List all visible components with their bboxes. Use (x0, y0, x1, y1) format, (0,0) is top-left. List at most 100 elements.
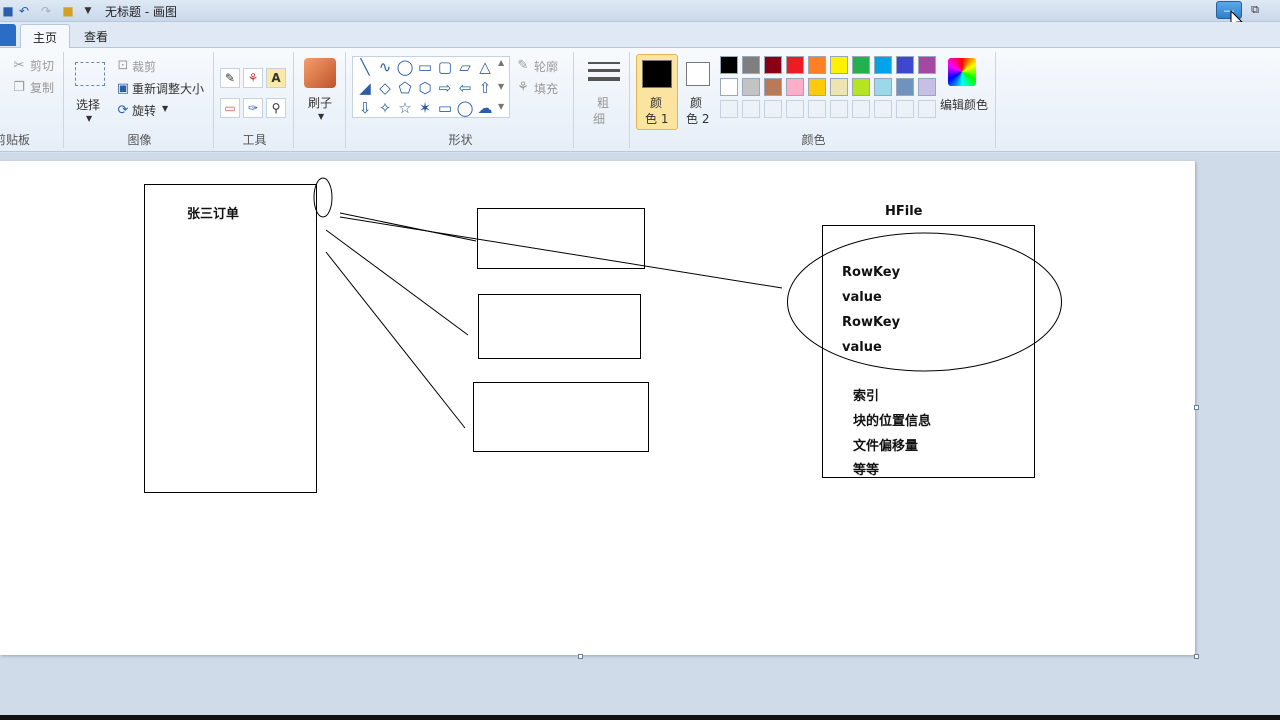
color-swatch[interactable] (764, 56, 782, 74)
color-swatch[interactable] (896, 56, 914, 74)
color-swatch[interactable] (830, 100, 848, 118)
magnifier-icon[interactable]: ⚲ (266, 98, 286, 118)
color-swatch[interactable] (830, 78, 848, 96)
connector-line-3 (325, 251, 466, 429)
cut-button[interactable]: 剪切 (30, 57, 54, 74)
text-tool-icon[interactable]: A (266, 68, 286, 88)
diamond-shape-icon[interactable]: ◇ (376, 79, 394, 97)
edit-colors-button[interactable]: 编辑颜色 (940, 96, 988, 113)
rounded-rectangle-shape-icon[interactable]: ▢ (436, 58, 454, 76)
cloud-callout-shape-icon[interactable]: ☁ (476, 99, 494, 117)
color-swatch[interactable] (720, 100, 738, 118)
copy-button[interactable]: 复制 (30, 79, 54, 96)
drawing-canvas[interactable]: 张三订单 HFile RowKey value RowKey value 索引 … (0, 161, 1195, 655)
ribbon-tabs: 主页 查看 (0, 22, 1280, 48)
color-swatch[interactable] (764, 78, 782, 96)
triangle-shape-icon[interactable]: △ (476, 58, 494, 76)
file-menu-button[interactable] (0, 24, 16, 46)
color-swatch[interactable] (896, 78, 914, 96)
color-swatch[interactable] (874, 100, 892, 118)
rounded-callout-shape-icon[interactable]: ▭ (436, 99, 454, 117)
line-shape-icon[interactable]: ╲ (356, 58, 374, 76)
four-point-star-shape-icon[interactable]: ✧ (376, 99, 394, 117)
down-arrow-shape-icon[interactable]: ⇩ (356, 99, 374, 117)
color-swatch[interactable] (808, 56, 826, 74)
brushes-dropdown-icon[interactable]: ▼ (318, 112, 324, 121)
shapes-scroll-down-icon[interactable]: ▼ (498, 82, 504, 91)
color-swatch[interactable] (742, 100, 760, 118)
size-button[interactable]: 细 (593, 110, 605, 127)
resize-button[interactable]: 重新调整大小 (132, 80, 204, 97)
color-picker-icon[interactable]: ✑ (243, 98, 263, 118)
color-swatch[interactable] (874, 78, 892, 96)
color-swatch[interactable] (742, 78, 760, 96)
outline-button[interactable]: 轮廓 (534, 58, 558, 75)
resize-handle-right[interactable] (1194, 405, 1199, 410)
color-swatch[interactable] (830, 56, 848, 74)
fill-button[interactable]: 填充 (534, 80, 558, 97)
color-swatch[interactable] (742, 56, 760, 74)
oval-callout-shape-icon[interactable]: ◯ (456, 99, 474, 117)
save-icon[interactable]: ■ (0, 3, 16, 19)
rotate-dropdown-icon[interactable]: ▼ (162, 104, 168, 113)
color-swatch[interactable] (786, 78, 804, 96)
redo-icon[interactable]: ↷ (38, 3, 54, 19)
color-swatch[interactable] (896, 100, 914, 118)
color-swatch[interactable] (808, 78, 826, 96)
tab-view[interactable]: 查看 (72, 24, 120, 48)
color-swatch[interactable] (720, 78, 738, 96)
hfile-entry: value (842, 340, 882, 355)
left-arrow-shape-icon[interactable]: ⇦ (456, 79, 474, 97)
color2-label: 色 2 (686, 112, 710, 126)
color-swatch[interactable] (808, 100, 826, 118)
six-point-star-shape-icon[interactable]: ✶ (416, 99, 434, 117)
color-swatch[interactable] (764, 100, 782, 118)
brushes-button[interactable]: 刷子 (308, 94, 332, 111)
pentagon-shape-icon[interactable]: ⬠ (396, 79, 414, 97)
up-arrow-shape-icon[interactable]: ⇧ (476, 79, 494, 97)
hfile-meta-item: 文件偏移量 (853, 439, 919, 454)
select-dropdown-icon[interactable]: ▼ (86, 114, 92, 123)
restore-button[interactable]: ⧉ (1244, 1, 1266, 19)
color-swatch[interactable] (852, 56, 870, 74)
tab-home[interactable]: 主页 (20, 24, 71, 48)
color-swatch[interactable] (852, 78, 870, 96)
rotate-button[interactable]: 旋转 (132, 102, 156, 119)
color-swatch[interactable] (852, 100, 870, 118)
color-swatch[interactable] (786, 100, 804, 118)
color-swatch[interactable] (874, 56, 892, 74)
shapes-scroll-up-icon[interactable]: ▲ (498, 58, 504, 67)
polygon-shape-icon[interactable]: ▱ (456, 58, 474, 76)
customize-icon[interactable]: ■ (60, 3, 76, 19)
color-swatch[interactable] (720, 56, 738, 74)
shapes-expand-icon[interactable]: ▼ (498, 102, 504, 111)
quick-access-dropdown-icon[interactable]: ▼ (80, 3, 96, 19)
color-swatch[interactable] (918, 78, 936, 96)
scissors-icon: ✂ (13, 57, 25, 73)
oval-shape-icon[interactable]: ◯ (396, 58, 414, 76)
hexagon-shape-icon[interactable]: ⬡ (416, 79, 434, 97)
rotate-icon: ⟳ (117, 102, 129, 118)
color1-swatch (642, 60, 672, 88)
color-swatch[interactable] (786, 56, 804, 74)
five-point-star-shape-icon[interactable]: ☆ (396, 99, 414, 117)
rectangle-shape-icon[interactable]: ▭ (416, 58, 434, 76)
undo-icon[interactable]: ↶ (16, 3, 32, 19)
color-swatch[interactable] (918, 100, 936, 118)
image-group: 选择 ▼ ⊡ 裁剪 ▣ 重新调整大小 ⟳ 旋转 ▼ 图像 (66, 52, 214, 148)
color-swatch[interactable] (918, 56, 936, 74)
pencil-icon[interactable]: ✎ (220, 68, 240, 88)
color2-swatch[interactable] (686, 62, 710, 86)
select-button[interactable]: 选择 (76, 96, 100, 113)
crop-button[interactable]: 裁剪 (132, 58, 156, 75)
right-arrow-shape-icon[interactable]: ⇨ (436, 79, 454, 97)
connector-line-hfile (339, 216, 783, 289)
curve-shape-icon[interactable]: ∿ (376, 58, 394, 76)
resize-handle-bottom[interactable] (578, 654, 583, 659)
right-triangle-shape-icon[interactable]: ◢ (356, 79, 374, 97)
fill-bucket-icon[interactable]: ⚘ (243, 68, 263, 88)
brush-icon (304, 58, 336, 88)
eraser-icon[interactable]: ▭ (220, 98, 240, 118)
hfile-title: HFile (885, 204, 923, 219)
resize-handle-corner[interactable] (1194, 654, 1199, 659)
